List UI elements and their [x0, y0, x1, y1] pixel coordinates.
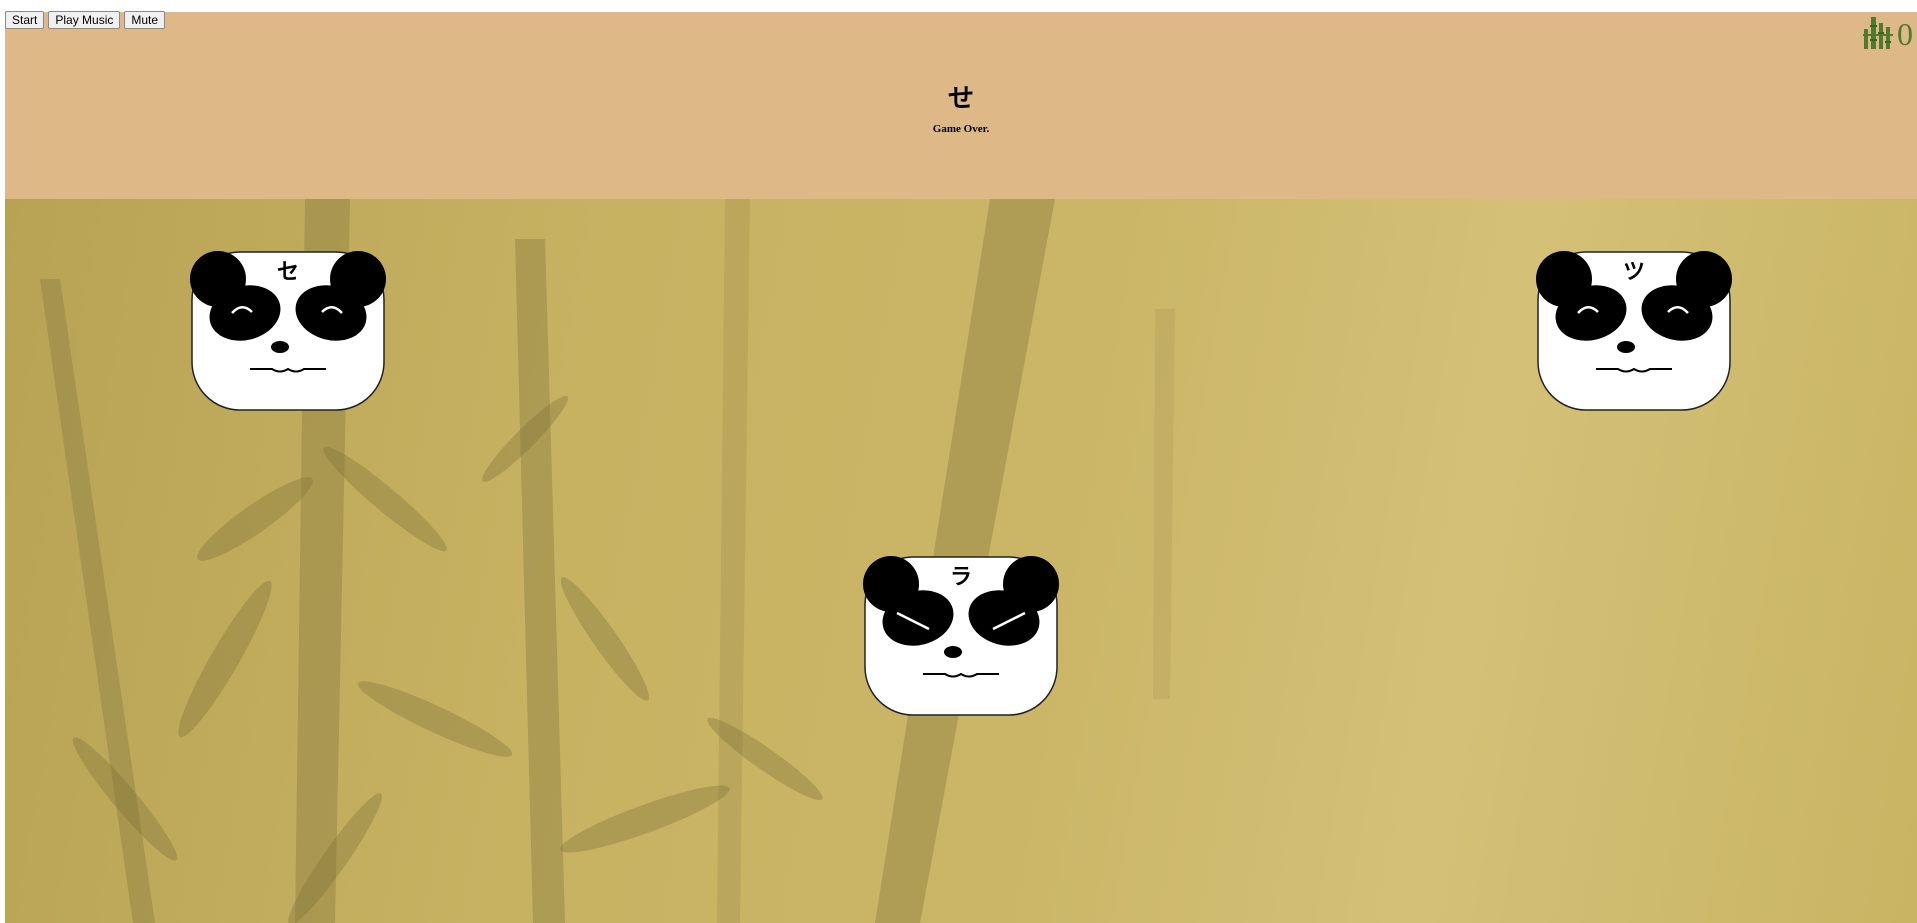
game-stage: せ Game Over. 0 セ ツ ラ: [5, 12, 1917, 923]
panda-target[interactable]: ラ: [863, 555, 1059, 717]
bamboo-field: セ ツ ラ: [5, 199, 1917, 923]
panda-kana: ラ: [949, 565, 972, 590]
score-value: 0: [1897, 16, 1913, 52]
target-kana: せ: [947, 84, 974, 114]
score-display: 0: [1861, 13, 1913, 55]
control-bar: Start Play Music Mute: [5, 11, 166, 29]
mute-button[interactable]: Mute: [124, 11, 166, 29]
panda-kana: セ: [276, 260, 299, 285]
panda-target[interactable]: セ: [190, 250, 386, 412]
header-panel: せ Game Over. 0: [5, 12, 1917, 199]
bamboo-icon: [1861, 13, 1897, 55]
panda-kana: ツ: [1622, 260, 1645, 285]
panda-target[interactable]: ツ: [1536, 250, 1732, 412]
start-button[interactable]: Start: [5, 11, 45, 29]
play-music-button[interactable]: Play Music: [48, 11, 121, 29]
game-status: Game Over.: [932, 123, 990, 135]
